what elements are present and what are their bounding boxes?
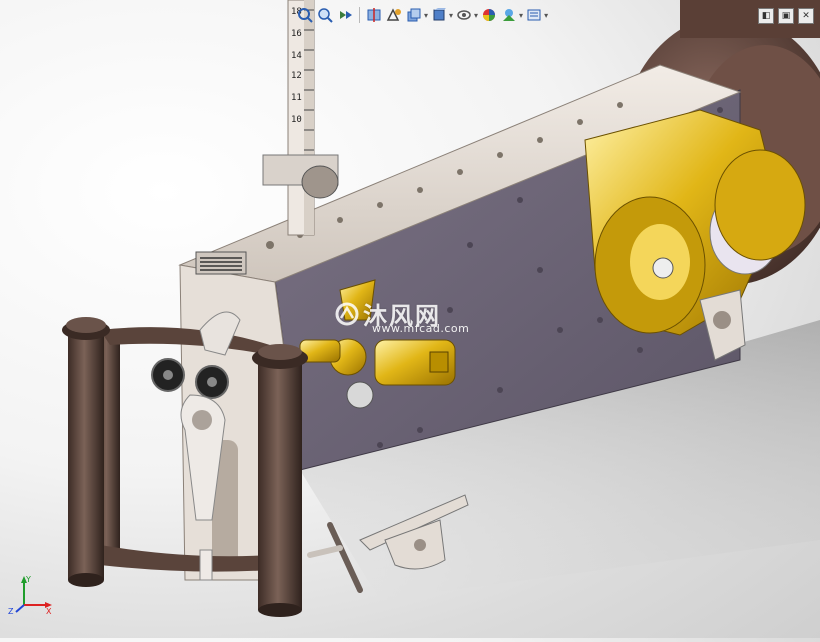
zoom-to-fit-button[interactable] [296,6,314,24]
edit-appearance-icon [483,9,496,21]
edit-appearance-button[interactable] [480,6,498,24]
vertical-ruler[interactable]: 18 16 14 12 11 10 [262,0,339,236]
viewport-window-controls: ◧ ▣ ✕ [758,8,814,24]
triad-z-label: Z [8,607,14,616]
view-orientation-caret-icon[interactable]: ▾ [424,11,428,20]
right-handle-rod[interactable] [252,344,308,617]
view-settings-button[interactable] [525,6,543,24]
previous-view-button[interactable] [336,6,354,24]
left-handle-rod[interactable] [62,317,110,587]
dynamic-annotation-icon [386,8,401,21]
section-view-button[interactable] [365,6,383,24]
section-view-icon [367,8,381,22]
dynamic-annotation-button[interactable] [385,6,403,24]
apply-scene-caret-icon[interactable]: ▾ [519,11,523,20]
ruler-label-5: 11 [291,93,302,103]
zoom-area-button[interactable] [316,6,334,24]
triad-y-label: Y [25,575,31,584]
display-style-button[interactable] [430,6,448,24]
heads-up-view-toolbar: ▾ ▾ ▾ ▾ ▾ [296,4,548,26]
tile-window-button[interactable]: ◧ [758,8,774,24]
zoom-to-fit-icon [298,8,313,23]
toolbar-separator [359,7,360,23]
ruler-label-4: 12 [291,71,302,81]
ruler-label-3: 14 [291,51,302,61]
pin-rod [307,545,343,558]
zoom-area-icon [318,8,333,23]
view-settings-caret-icon[interactable]: ▾ [544,11,548,20]
restore-window-button[interactable]: ▣ [778,8,794,24]
apply-scene-icon [503,9,516,21]
view-orientation-button[interactable] [405,6,423,24]
hide-show-items-button[interactable] [455,6,473,24]
ruler-label-6: 10 [291,115,302,125]
previous-view-icon [340,11,352,19]
view-settings-icon [527,9,541,21]
display-style-caret-icon[interactable]: ▾ [449,11,453,20]
apply-scene-button[interactable] [500,6,518,24]
close-window-button[interactable]: ✕ [798,8,814,24]
view-orientation-icon [407,8,421,22]
toothed-block [195,251,247,275]
coordinate-triad: Y X Z [8,575,52,616]
graphics-area[interactable]: 18 16 14 12 11 10 Y X Z ▾ ▾ ▾ ▾ ▾ ◧ ▣ ✕ … [0,0,820,638]
display-style-icon [433,8,447,21]
hide-show-caret-icon[interactable]: ▾ [474,11,478,20]
ruler-label-2: 16 [291,29,302,39]
hide-show-items-icon [457,10,471,20]
triad-x-label: X [46,607,52,616]
model-view[interactable]: 18 16 14 12 11 10 Y X Z [0,0,820,638]
